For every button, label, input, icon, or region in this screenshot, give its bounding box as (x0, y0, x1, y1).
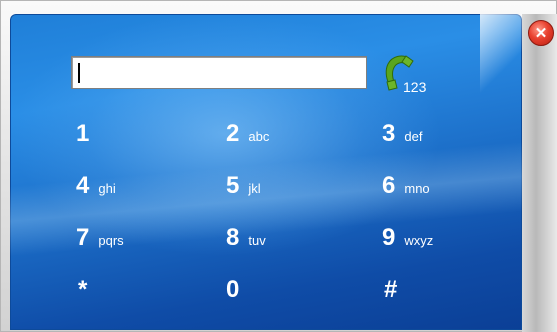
key-digit: 8 (226, 224, 240, 251)
call-button[interactable]: 123 (382, 52, 454, 102)
key-digit: 1 (76, 120, 90, 147)
close-icon: ✕ (534, 24, 548, 42)
key-8[interactable]: 8 tuv (226, 224, 266, 260)
key-digit: 6 (382, 172, 396, 199)
key-digit: 9 (382, 224, 396, 251)
window-edge (522, 14, 557, 332)
key-letters: jkl (248, 181, 261, 196)
dialer-panel: 123 1 2 abc 3 def 4 ghi 5 jkl 6 mno 7 pq… (10, 14, 522, 330)
key-digit: 5 (226, 172, 240, 199)
key-letters: ghi (98, 181, 116, 196)
key-digit: # (384, 276, 398, 303)
key-digit: 0 (226, 276, 240, 303)
key-digit: 7 (76, 224, 90, 251)
key-7[interactable]: 7 pqrs (76, 224, 124, 260)
key-3[interactable]: 3 def (382, 120, 422, 156)
key-9[interactable]: 9 wxyz (382, 224, 433, 260)
key-digit: 4 (76, 172, 90, 199)
close-button[interactable]: ✕ (528, 20, 554, 46)
call-label: 123 (403, 79, 427, 95)
key-1[interactable]: 1 (76, 120, 98, 156)
key-0[interactable]: 0 (226, 276, 239, 312)
key-letters: mno (404, 181, 430, 196)
panel-shine (480, 14, 522, 94)
key-4[interactable]: 4 ghi (76, 172, 116, 208)
key-letters: tuv (248, 233, 266, 248)
phone-number-input[interactable] (71, 56, 367, 89)
key-letters: wxyz (404, 233, 434, 248)
key-digit: 3 (382, 120, 396, 147)
key-letters: abc (248, 129, 270, 144)
key-5[interactable]: 5 jkl (226, 172, 261, 208)
key-letters: pqrs (98, 233, 124, 248)
key-digit: * (78, 276, 88, 303)
key-star[interactable]: * (78, 276, 87, 312)
text-caret (78, 63, 80, 83)
key-letters: def (404, 129, 423, 144)
key-6[interactable]: 6 mno (382, 172, 430, 208)
key-2[interactable]: 2 abc (226, 120, 269, 156)
key-digit: 2 (226, 120, 240, 147)
key-hash[interactable]: # (384, 276, 397, 312)
